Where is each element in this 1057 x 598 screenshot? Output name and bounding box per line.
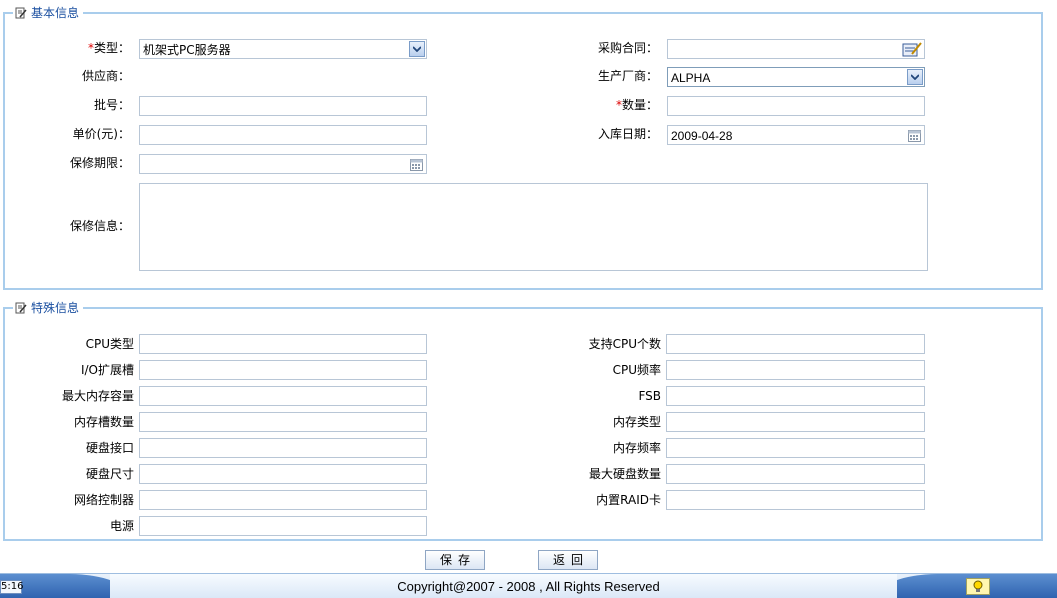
contract-picker-icon[interactable] (902, 41, 922, 57)
purchase-contract-field[interactable] (667, 39, 925, 59)
type-select[interactable]: 机架式PC服务器 (139, 39, 427, 59)
memory-freq-field[interactable] (666, 438, 925, 458)
memory-type-field[interactable] (666, 412, 925, 432)
memory-slots-field[interactable] (139, 412, 427, 432)
memory-slots-label: 内存槽数量 (73, 415, 134, 429)
disk-size-field[interactable] (139, 464, 427, 484)
warranty-info-textarea[interactable] (139, 183, 928, 271)
type-selected-value: 机架式PC服务器 (143, 43, 231, 57)
manufacturer-label: 生产厂商： (597, 69, 658, 83)
fsb-label: FSB (638, 389, 661, 403)
footer-bar: Copyright@2007 - 2008 , All Rights Reser… (0, 573, 1057, 598)
max-memory-field[interactable] (139, 386, 427, 406)
disk-interface-label: 硬盘接口 (85, 441, 134, 455)
type-label: *类型： (87, 41, 130, 55)
io-slot-label: I/O扩展槽 (80, 363, 134, 377)
manufacturer-select[interactable]: ALPHA (667, 67, 925, 87)
calendar-icon[interactable] (908, 129, 921, 142)
max-disk-field[interactable] (666, 464, 925, 484)
back-button[interactable]: 返回 (538, 550, 598, 570)
raid-card-field[interactable] (666, 490, 925, 510)
unit-price-label: 单价(元)： (72, 127, 130, 141)
supplier-label: 供应商： (81, 69, 130, 83)
storage-date-value: 2009-04-28 (671, 129, 733, 143)
network-controller-field[interactable] (139, 490, 427, 510)
quantity-field[interactable] (667, 96, 925, 116)
lightbulb-icon[interactable] (966, 578, 990, 595)
clock-badge: 5:16 (0, 580, 24, 594)
storage-date-field[interactable]: 2009-04-28 (667, 125, 925, 145)
cpu-freq-field[interactable] (666, 360, 925, 380)
special-info-legend: 特殊信息 (13, 301, 84, 315)
edit-icon (15, 302, 27, 314)
cpu-freq-label: CPU频率 (612, 363, 661, 377)
cpu-count-label: 支持CPU个数 (588, 337, 661, 351)
max-memory-label: 最大内存容量 (61, 389, 134, 403)
memory-type-label: 内存类型 (612, 415, 661, 429)
io-slot-field[interactable] (139, 360, 427, 380)
save-button[interactable]: 保存 (425, 550, 485, 570)
warranty-period-label: 保修期限： (69, 156, 130, 170)
chevron-down-icon[interactable] (409, 41, 425, 57)
raid-card-label: 内置RAID卡 (596, 493, 661, 507)
basic-info-title: 基本信息 (31, 6, 80, 20)
unit-price-field[interactable] (139, 125, 427, 145)
fsb-field[interactable] (666, 386, 925, 406)
batch-label: 批号： (93, 98, 130, 112)
chevron-down-icon[interactable] (907, 69, 923, 85)
cpu-type-field[interactable] (139, 334, 427, 354)
network-controller-label: 网络控制器 (73, 493, 134, 507)
batch-field[interactable] (139, 96, 427, 116)
disk-interface-field[interactable] (139, 438, 427, 458)
memory-freq-label: 内存频率 (612, 441, 661, 455)
quantity-label: *数量： (615, 98, 658, 112)
storage-date-label: 入库日期： (597, 127, 658, 141)
power-field[interactable] (139, 516, 427, 536)
basic-info-legend: 基本信息 (13, 6, 84, 20)
power-label: 电源 (109, 519, 134, 533)
cpu-type-label: CPU类型 (85, 337, 134, 351)
copyright-text: Copyright@2007 - 2008 , All Rights Reser… (397, 579, 660, 594)
warranty-info-label: 保修信息： (69, 219, 130, 233)
special-info-title: 特殊信息 (31, 301, 80, 315)
purchase-contract-label: 采购合同： (597, 41, 658, 55)
warranty-period-field[interactable] (139, 154, 427, 174)
edit-icon (15, 7, 27, 19)
calendar-icon[interactable] (410, 158, 423, 171)
max-disk-label: 最大硬盘数量 (588, 467, 661, 481)
manufacturer-selected-value: ALPHA (671, 71, 711, 85)
cpu-count-field[interactable] (666, 334, 925, 354)
disk-size-label: 硬盘尺寸 (85, 467, 134, 481)
